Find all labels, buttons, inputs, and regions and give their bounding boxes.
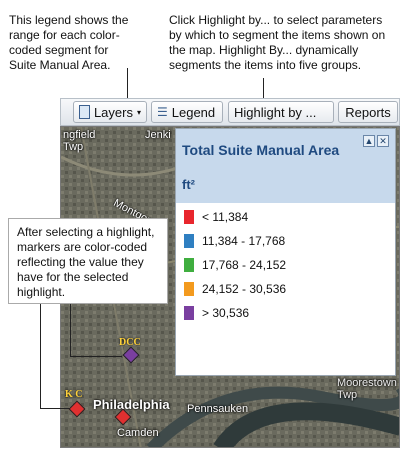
legend-item: 11,384 - 17,768 bbox=[184, 233, 285, 249]
legend-note-text: This legend shows the range for each col… bbox=[9, 13, 129, 72]
legend-panel: Total Suite Manual Area ft² ▲ ✕ < 11,384… bbox=[175, 128, 396, 376]
map-label-springfield: ngfield Twp bbox=[63, 129, 96, 153]
map-label-moorestown: Moorestown Twp bbox=[337, 377, 397, 401]
legend-item-label: < 11,384 bbox=[202, 210, 249, 224]
leader-line-highlight bbox=[263, 78, 264, 100]
map-label-pennsauken: Pennsauken bbox=[187, 403, 249, 415]
legend-item: 24,152 - 30,536 bbox=[184, 281, 286, 297]
leader-line-markers-2b bbox=[70, 356, 122, 357]
map-toolbar: Layers ▾ ☰ Legend Highlight by ... Repor… bbox=[60, 98, 400, 126]
callout-markers-note: After selecting a highlight, markers are… bbox=[8, 218, 168, 304]
legend-item-label: > 30,536 bbox=[202, 306, 250, 320]
leader-line-markers-1 bbox=[40, 304, 41, 408]
legend-header: Total Suite Manual Area ft² ▲ ✕ bbox=[176, 129, 395, 203]
legend-icon: ☰ bbox=[157, 105, 168, 119]
marker-label-kc: K C bbox=[65, 389, 83, 400]
legend-item-label: 24,152 - 30,536 bbox=[202, 282, 287, 296]
highlight-by-label: Highlight by ... bbox=[234, 104, 317, 120]
reports-button[interactable]: Reports bbox=[338, 101, 398, 123]
collapse-icon[interactable]: ▲ bbox=[363, 135, 375, 147]
legend-item-label: 11,384 - 17,768 bbox=[202, 234, 286, 248]
reports-label: Reports bbox=[345, 104, 391, 120]
layers-button[interactable]: Layers ▾ bbox=[73, 101, 147, 123]
leader-line-markers-2 bbox=[70, 304, 71, 356]
highlight-by-button[interactable]: Highlight by ... bbox=[228, 101, 334, 123]
legend-item: < 11,384 bbox=[184, 209, 248, 225]
map-label-philadelphia: Philadelphia bbox=[93, 397, 170, 412]
markers-note-text: After selecting a highlight, markers are… bbox=[17, 225, 155, 299]
map-label-camden: Camden bbox=[117, 427, 159, 439]
callout-legend-note: This legend shows the range for each col… bbox=[0, 6, 141, 82]
legend-item: > 30,536 bbox=[184, 305, 249, 321]
close-icon[interactable]: ✕ bbox=[377, 135, 389, 147]
layers-label: Layers bbox=[93, 104, 133, 120]
legend-label: Legend bbox=[171, 104, 216, 120]
layers-icon bbox=[79, 105, 90, 119]
legend-swatch bbox=[184, 306, 194, 320]
highlight-note-text: Click Highlight by... to select paramete… bbox=[169, 13, 386, 72]
legend-unit: ft² bbox=[182, 177, 195, 192]
legend-item-label: 17,768 - 24,152 bbox=[202, 258, 287, 272]
legend-swatch bbox=[184, 282, 194, 296]
legend-title: Total Suite Manual Area bbox=[182, 142, 340, 158]
map-label-jenkintown: Jenki bbox=[145, 129, 171, 141]
legend-swatch bbox=[184, 210, 194, 224]
leader-line-markers-1b bbox=[40, 408, 70, 409]
legend-button[interactable]: ☰ Legend bbox=[151, 101, 223, 123]
chevron-down-icon: ▾ bbox=[136, 107, 141, 117]
legend-swatch bbox=[184, 234, 194, 248]
leader-line-legend bbox=[127, 68, 128, 92]
legend-item: 17,768 - 24,152 bbox=[184, 257, 286, 273]
callout-highlight-note: Click Highlight by... to select paramete… bbox=[160, 6, 400, 82]
legend-swatch bbox=[184, 258, 194, 272]
